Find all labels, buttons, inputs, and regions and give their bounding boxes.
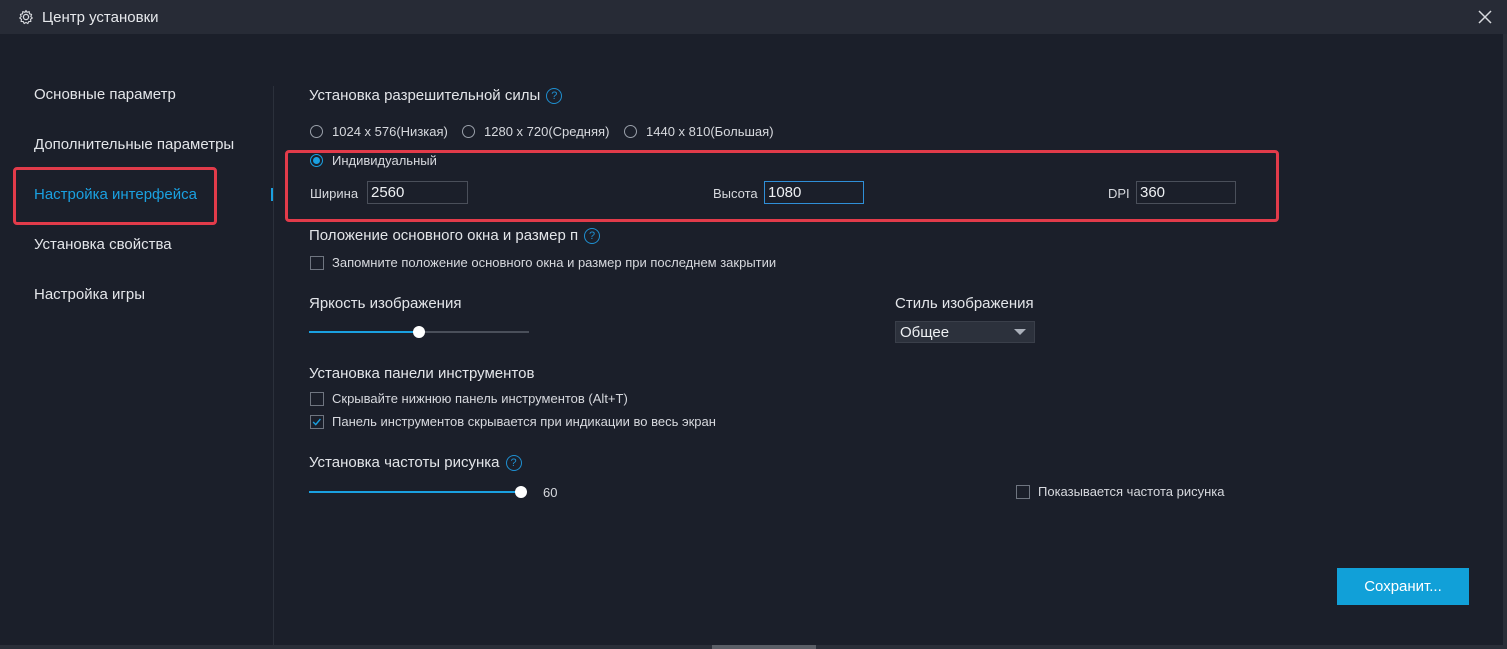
remember-position-checkbox[interactable]: [310, 256, 324, 270]
hide-bottom-toolbar-label: Скрывайте нижнюю панель инструментов (Al…: [332, 391, 628, 406]
radio-1024[interactable]: [310, 125, 323, 138]
show-frame-rate-checkbox[interactable]: [1016, 485, 1030, 499]
radio-1280-label: 1280 x 720(Средняя): [484, 124, 610, 139]
hide-fullscreen-toolbar-label: Панель инструментов скрывается при индик…: [332, 414, 716, 429]
bottom-scrollbar-thumb[interactable]: [712, 645, 816, 649]
hide-bottom-toolbar-checkbox[interactable]: [310, 392, 324, 406]
height-field[interactable]: [764, 181, 864, 204]
help-icon[interactable]: ?: [546, 88, 563, 105]
window-edge: [1503, 34, 1507, 645]
radio-1440-label: 1440 x 810(Большая): [646, 124, 774, 139]
image-style-value: Общее: [900, 324, 950, 341]
chevron-down-icon: [1014, 329, 1026, 335]
save-button[interactable]: Сохранит...: [1337, 568, 1469, 605]
title-bar: Центр установки: [0, 0, 1507, 34]
image-style-title: Стиль изображения: [895, 295, 1034, 312]
close-icon[interactable]: [1474, 6, 1496, 28]
sidebar-item-advanced[interactable]: Дополнительные параметры: [34, 136, 234, 153]
image-style-select[interactable]: Общее: [895, 321, 1035, 343]
window-position-title: Положение основного окна и размер п?: [309, 227, 601, 245]
sidebar-item-interface[interactable]: Настройка интерфейса: [34, 186, 197, 203]
resolution-title: Установка разрешительной силы?: [309, 87, 563, 105]
radio-1280[interactable]: [462, 125, 475, 138]
radio-custom-label: Индивидуальный: [332, 153, 437, 168]
window-position-title-label: Положение основного окна и размер п: [309, 227, 579, 244]
sidebar-item-properties[interactable]: Установка свойства: [34, 236, 172, 253]
window-title: Центр установки: [42, 9, 159, 26]
width-field[interactable]: [367, 181, 468, 204]
radio-custom[interactable]: [310, 154, 323, 167]
frame-rate-slider-thumb[interactable]: [515, 486, 527, 498]
brightness-fill: [309, 331, 419, 333]
hide-fullscreen-toolbar-checkbox[interactable]: [310, 415, 324, 429]
radio-1440[interactable]: [624, 125, 637, 138]
help-icon[interactable]: ?: [584, 228, 601, 245]
show-frame-rate-label: Показывается частота рисунка: [1038, 484, 1225, 499]
remember-position-label: Запомните положение основного окна и раз…: [332, 255, 777, 270]
help-icon[interactable]: ?: [505, 455, 522, 472]
toolbar-title: Установка панели инструментов: [309, 365, 535, 382]
radio-1024-label: 1024 x 576(Низкая): [332, 124, 448, 139]
sidebar-item-basic[interactable]: Основные параметр: [34, 86, 176, 103]
height-label: Высота: [713, 186, 758, 201]
gear-icon: [19, 9, 33, 25]
brightness-slider-thumb[interactable]: [413, 326, 425, 338]
frame-rate-value: 60: [543, 485, 558, 500]
frame-rate-fill: [309, 491, 521, 493]
brightness-title: Яркость изображения: [309, 295, 462, 312]
sidebar-item-game[interactable]: Настройка игры: [34, 286, 145, 303]
check-icon: [312, 418, 321, 426]
dpi-field[interactable]: [1136, 181, 1236, 204]
frame-rate-title-label: Установка частоты рисунка: [309, 454, 500, 471]
active-indicator: [271, 188, 273, 201]
width-label: Ширина: [310, 186, 359, 201]
frame-rate-title: Установка частоты рисунка?: [309, 454, 522, 472]
dpi-label: DPI: [1108, 186, 1130, 201]
sidebar-divider: [273, 86, 274, 646]
resolution-title-label: Установка разрешительной силы: [309, 87, 541, 104]
